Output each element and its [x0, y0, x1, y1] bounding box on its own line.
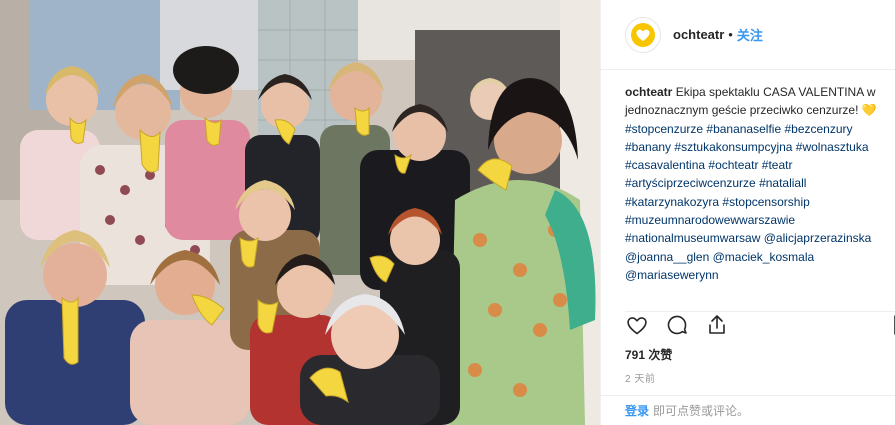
- mention-link[interactable]: @mariasewerynn: [625, 268, 719, 282]
- login-prompt-text: 即可点赞或评论。: [653, 404, 750, 418]
- hashtag-link[interactable]: #banany: [625, 140, 671, 154]
- post-timestamp[interactable]: 2 天前: [625, 370, 655, 385]
- bookmark-icon[interactable]: [889, 313, 895, 337]
- avatar[interactable]: [625, 16, 661, 53]
- hashtag-link[interactable]: #bezcenzury: [784, 122, 852, 136]
- heart-outline-icon[interactable]: [625, 313, 649, 337]
- hashtag-link[interactable]: #sztukakonsumpcyjna: [674, 140, 792, 154]
- post-photo[interactable]: [0, 0, 600, 425]
- hashtag-link[interactable]: #casavalentina: [625, 158, 705, 172]
- follow-button[interactable]: 关注: [737, 25, 763, 44]
- mention-link[interactable]: @alicjaprzerazinska: [764, 231, 872, 245]
- login-link[interactable]: 登录: [625, 402, 649, 419]
- heart-logo-icon: [631, 22, 655, 47]
- hashtag-link[interactable]: #wolnasztuka: [796, 140, 869, 154]
- hashtag-link[interactable]: #stopcensorship: [722, 195, 809, 209]
- group-photo-illustration: [0, 0, 600, 425]
- hashtag-link[interactable]: #muzeumnarodowewwarszawie: [625, 213, 795, 227]
- mention-link[interactable]: @maciek_kosmala: [713, 250, 815, 264]
- hashtag-link[interactable]: #nataliall: [759, 176, 806, 190]
- post-caption: ochteatr Ekipa spektaklu CASA VALENTINA …: [625, 83, 893, 284]
- comment-icon[interactable]: [665, 313, 689, 337]
- post-header: ochteatr • 关注: [601, 0, 895, 70]
- hashtag-link[interactable]: #artyściprzeciwcenzurze: [625, 176, 756, 190]
- comment-bar: 登录 即可点赞或评论。: [601, 395, 895, 425]
- hashtag-link[interactable]: #ochteatr: [708, 158, 758, 172]
- hashtag-link[interactable]: #nationalmuseumwarsaw: [625, 231, 760, 245]
- share-icon[interactable]: [705, 313, 729, 337]
- hashtag-link[interactable]: #stopcenzurze: [625, 122, 703, 136]
- like-count[interactable]: 791 次赞: [625, 346, 672, 363]
- yellow-heart-emoji: 💛: [861, 103, 877, 118]
- caption-username[interactable]: ochteatr: [625, 85, 672, 99]
- action-bar: [625, 311, 895, 342]
- post-sidebar: ochteatr • 关注 ochteatr Ekipa spektaklu C…: [600, 0, 895, 425]
- header-username[interactable]: ochteatr: [673, 27, 724, 42]
- hashtag-link[interactable]: #katarzynakozyra: [625, 195, 719, 209]
- mention-link[interactable]: @joanna__glen: [625, 250, 709, 264]
- hashtag-link[interactable]: #teatr: [762, 158, 793, 172]
- hashtag-link[interactable]: #bananaselfie: [706, 122, 781, 136]
- header-separator: •: [728, 27, 733, 42]
